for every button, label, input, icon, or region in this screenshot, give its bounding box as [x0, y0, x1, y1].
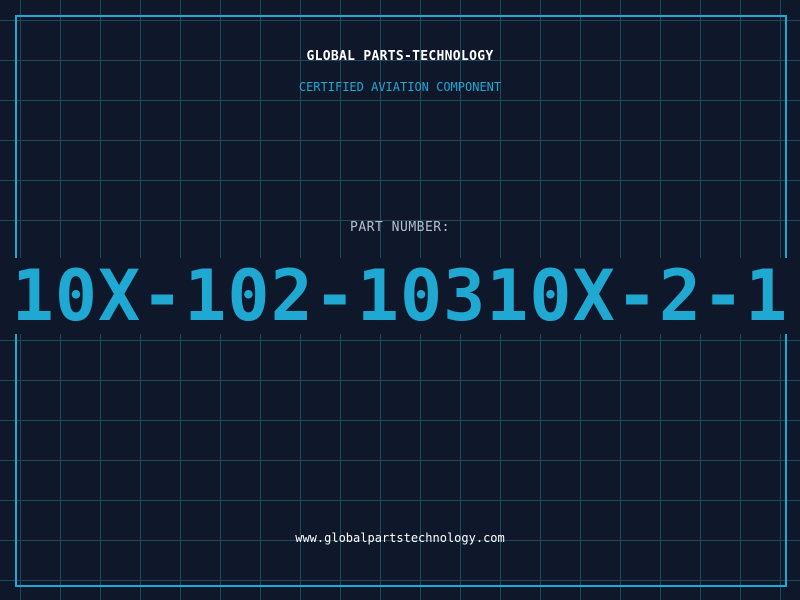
part-number-band: 10X-102-10310X-2-1 — [0, 258, 800, 334]
certification-subtitle: CERTIFIED AVIATION COMPONENT — [298, 80, 502, 94]
part-number-value: 10X-102-10310X-2-1 — [11, 258, 789, 334]
part-number-label: PART NUMBER: — [350, 220, 450, 235]
company-name: GLOBAL PARTS-TECHNOLOGY — [306, 49, 494, 64]
website-url: www.globalpartstechnology.com — [295, 531, 505, 545]
